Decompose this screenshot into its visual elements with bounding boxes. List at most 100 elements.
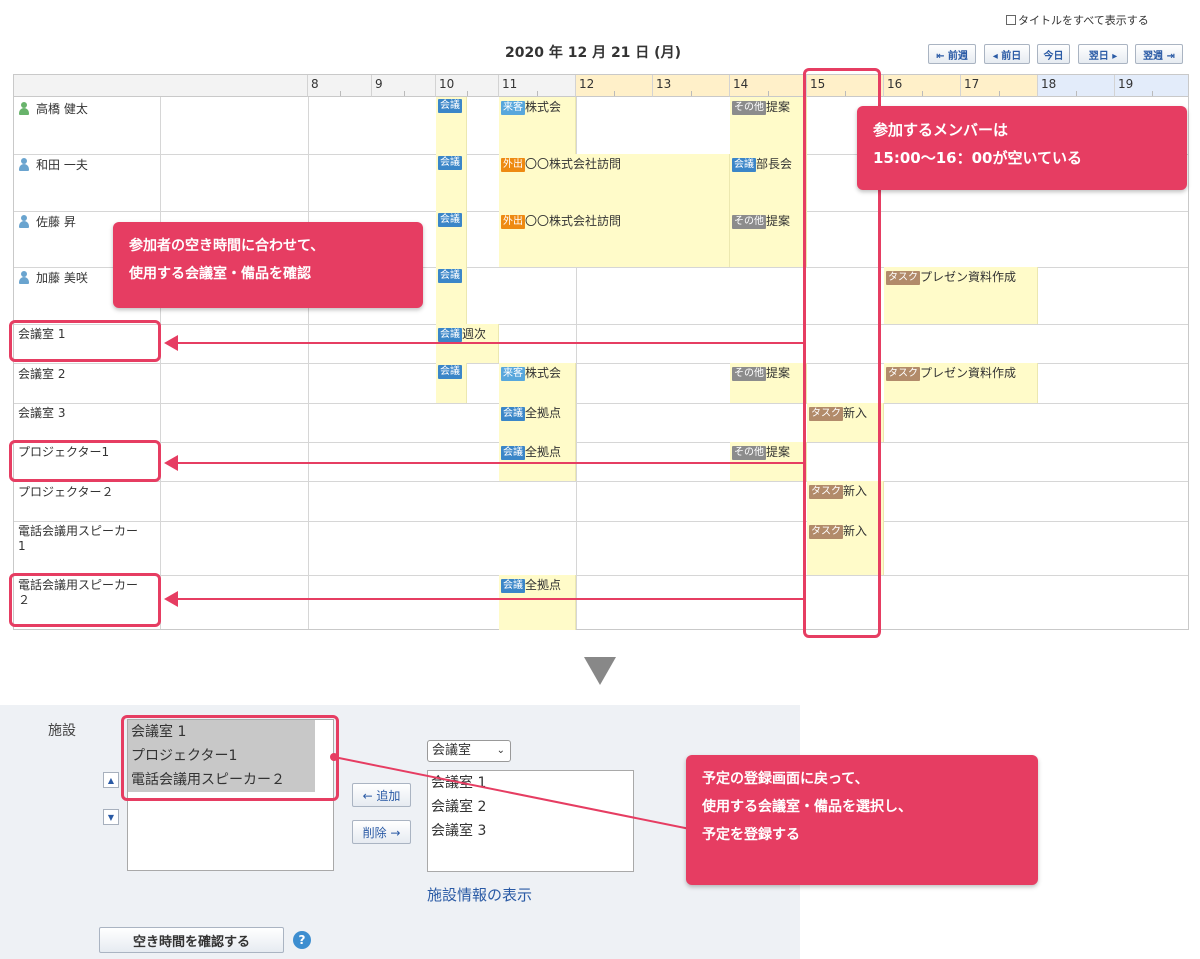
event-title: 全拠点 <box>525 578 562 592</box>
arrow-speaker2 <box>176 598 804 600</box>
row-projector-2[interactable]: プロジェクター２ <box>18 485 114 500</box>
event-meeting[interactable]: 会議 全拠点 <box>499 403 576 442</box>
event-visitor[interactable]: 来客 株式会 <box>499 363 576 403</box>
row-user-kato[interactable]: 加藤 美咲 <box>18 271 88 286</box>
arrow-projector1 <box>176 462 804 464</box>
row-user-takahashi[interactable]: 高橋 健太 <box>18 102 88 117</box>
person-icon <box>18 215 30 228</box>
hour-header-9: 9 <box>372 75 436 97</box>
event-meeting[interactable]: 会議 <box>436 267 467 324</box>
row-label: プロジェクター２ <box>18 485 114 499</box>
event-outing[interactable]: 外出 〇〇株式会社訪問 <box>499 154 730 211</box>
hour-header-12: 12 <box>576 75 653 97</box>
arrow-head-icon <box>164 455 178 471</box>
hour-label: 13 <box>656 77 672 91</box>
hour-label: 19 <box>1118 77 1134 91</box>
tag-meeting: 会議 <box>438 365 462 379</box>
date-title: 2020 年 12 月 21 日 (月) <box>505 45 681 61</box>
facility-info-link[interactable]: 施設情報の表示 <box>427 884 532 905</box>
person-icon <box>18 158 30 171</box>
hour-header-18: 18 <box>1038 75 1115 97</box>
row-speaker-1[interactable]: 電話会議用スピーカー 1 <box>18 524 138 554</box>
row-room-2[interactable]: 会議室 2 <box>18 367 65 382</box>
row-label: 和田 一夫 <box>36 158 88 172</box>
show-all-titles-checkbox[interactable]: タイトルをすべて表示する <box>1006 12 1149 28</box>
event-other[interactable]: その他 提案 <box>730 97 807 154</box>
row-user-wada[interactable]: 和田 一夫 <box>18 158 88 173</box>
tag-visitor: 来客 <box>501 367 525 381</box>
event-title: 提案 <box>766 366 791 380</box>
event-title: 提案 <box>766 445 791 459</box>
prev-week-button[interactable]: ⇤ 前週 <box>928 44 976 64</box>
event-meeting[interactable]: 会議 <box>436 97 467 154</box>
hour-header-11: 11 <box>499 75 576 97</box>
event-title: 提案 <box>766 214 791 228</box>
event-visitor[interactable]: 来客 株式会 <box>499 97 576 154</box>
hour-header-19: 19 <box>1115 75 1188 97</box>
room1-highlight <box>9 320 161 362</box>
hour-header-16: 16 <box>884 75 961 97</box>
event-title: プレゼン資料作成 <box>920 270 1017 284</box>
row-label: 高橋 健太 <box>36 102 88 116</box>
event-title: 提案 <box>766 100 791 114</box>
hour-label: 16 <box>887 77 903 91</box>
checkbox-box[interactable] <box>1006 15 1016 25</box>
today-button[interactable]: 今日 <box>1037 44 1070 64</box>
row-label: 会議室 3 <box>18 406 66 420</box>
move-up-button[interactable]: ▲ <box>103 772 119 788</box>
tag-meeting: 会議 <box>501 407 525 421</box>
event-task[interactable]: タスク プレゼン資料作成 <box>884 267 1038 324</box>
hour-label: 10 <box>439 77 455 91</box>
tag-meeting: 会議 <box>438 269 462 283</box>
help-icon[interactable]: ? <box>293 931 311 949</box>
row-user-sato[interactable]: 佐藤 昇 <box>18 215 76 230</box>
row-label: 電話会議用スピーカー 1 <box>18 524 139 553</box>
show-all-titles-label: タイトルをすべて表示する <box>1018 14 1149 27</box>
tag-other: その他 <box>732 446 766 460</box>
event-title: 全拠点 <box>525 406 562 420</box>
event-meeting[interactable]: 会議 <box>436 363 467 403</box>
person-icon <box>18 271 30 284</box>
tag-task: タスク <box>886 271 920 285</box>
person-icon <box>18 102 30 115</box>
move-down-button[interactable]: ▼ <box>103 809 119 825</box>
event-title: 全拠点 <box>525 445 562 459</box>
tag-outing: 外出 <box>501 158 525 172</box>
tag-other: その他 <box>732 101 766 115</box>
connector-line <box>330 753 691 830</box>
event-other[interactable]: その他 提案 <box>730 363 807 403</box>
tag-other: その他 <box>732 215 766 229</box>
callout-members-free: 参加するメンバーは 15:00〜16：00が空いている <box>857 106 1187 190</box>
arrow-room1 <box>176 342 804 344</box>
hour-header-8: 8 <box>308 75 372 97</box>
callout-check-rooms: 参加者の空き時間に合わせて、 使用する会議室・備品を確認 <box>113 222 423 308</box>
event-outing[interactable]: 外出 〇〇株式会社訪問 <box>499 211 730 267</box>
check-free-time-button[interactable]: 空き時間を確認する <box>99 927 284 953</box>
hour-label: 11 <box>502 77 518 91</box>
event-other[interactable]: その他 提案 <box>730 211 807 267</box>
hour-label: 14 <box>733 77 749 91</box>
event-title: 部長会 <box>756 157 793 171</box>
event-meeting[interactable]: 会議 全拠点 <box>499 575 576 630</box>
event-meeting[interactable]: 会議 部長会 <box>730 154 807 211</box>
row-room-3[interactable]: 会議室 3 <box>18 406 65 421</box>
event-title: 株式会 <box>525 100 562 114</box>
hour-header-14: 14 <box>730 75 807 97</box>
next-day-button[interactable]: 翌日 ▸ <box>1078 44 1128 64</box>
arrow-head-icon <box>164 335 178 351</box>
tag-meeting: 会議 <box>438 328 462 342</box>
prev-day-button[interactable]: ◂ 前日 <box>984 44 1030 64</box>
hour-label: 18 <box>1041 77 1057 91</box>
tag-other: その他 <box>732 367 766 381</box>
row-label: 佐藤 昇 <box>36 215 76 229</box>
hour-header-17: 17 <box>961 75 1038 97</box>
event-task[interactable]: タスク プレゼン資料作成 <box>884 363 1038 403</box>
event-meeting[interactable]: 会議 <box>436 211 467 267</box>
hour-label: 9 <box>375 77 383 91</box>
next-week-button[interactable]: 翌週 ⇥ <box>1135 44 1183 64</box>
hour-header-10: 10 <box>436 75 499 97</box>
down-arrow-icon <box>584 657 616 685</box>
tag-outing: 外出 <box>501 215 525 229</box>
event-meeting[interactable]: 会議 <box>436 154 467 211</box>
event-title: 株式会 <box>525 366 562 380</box>
